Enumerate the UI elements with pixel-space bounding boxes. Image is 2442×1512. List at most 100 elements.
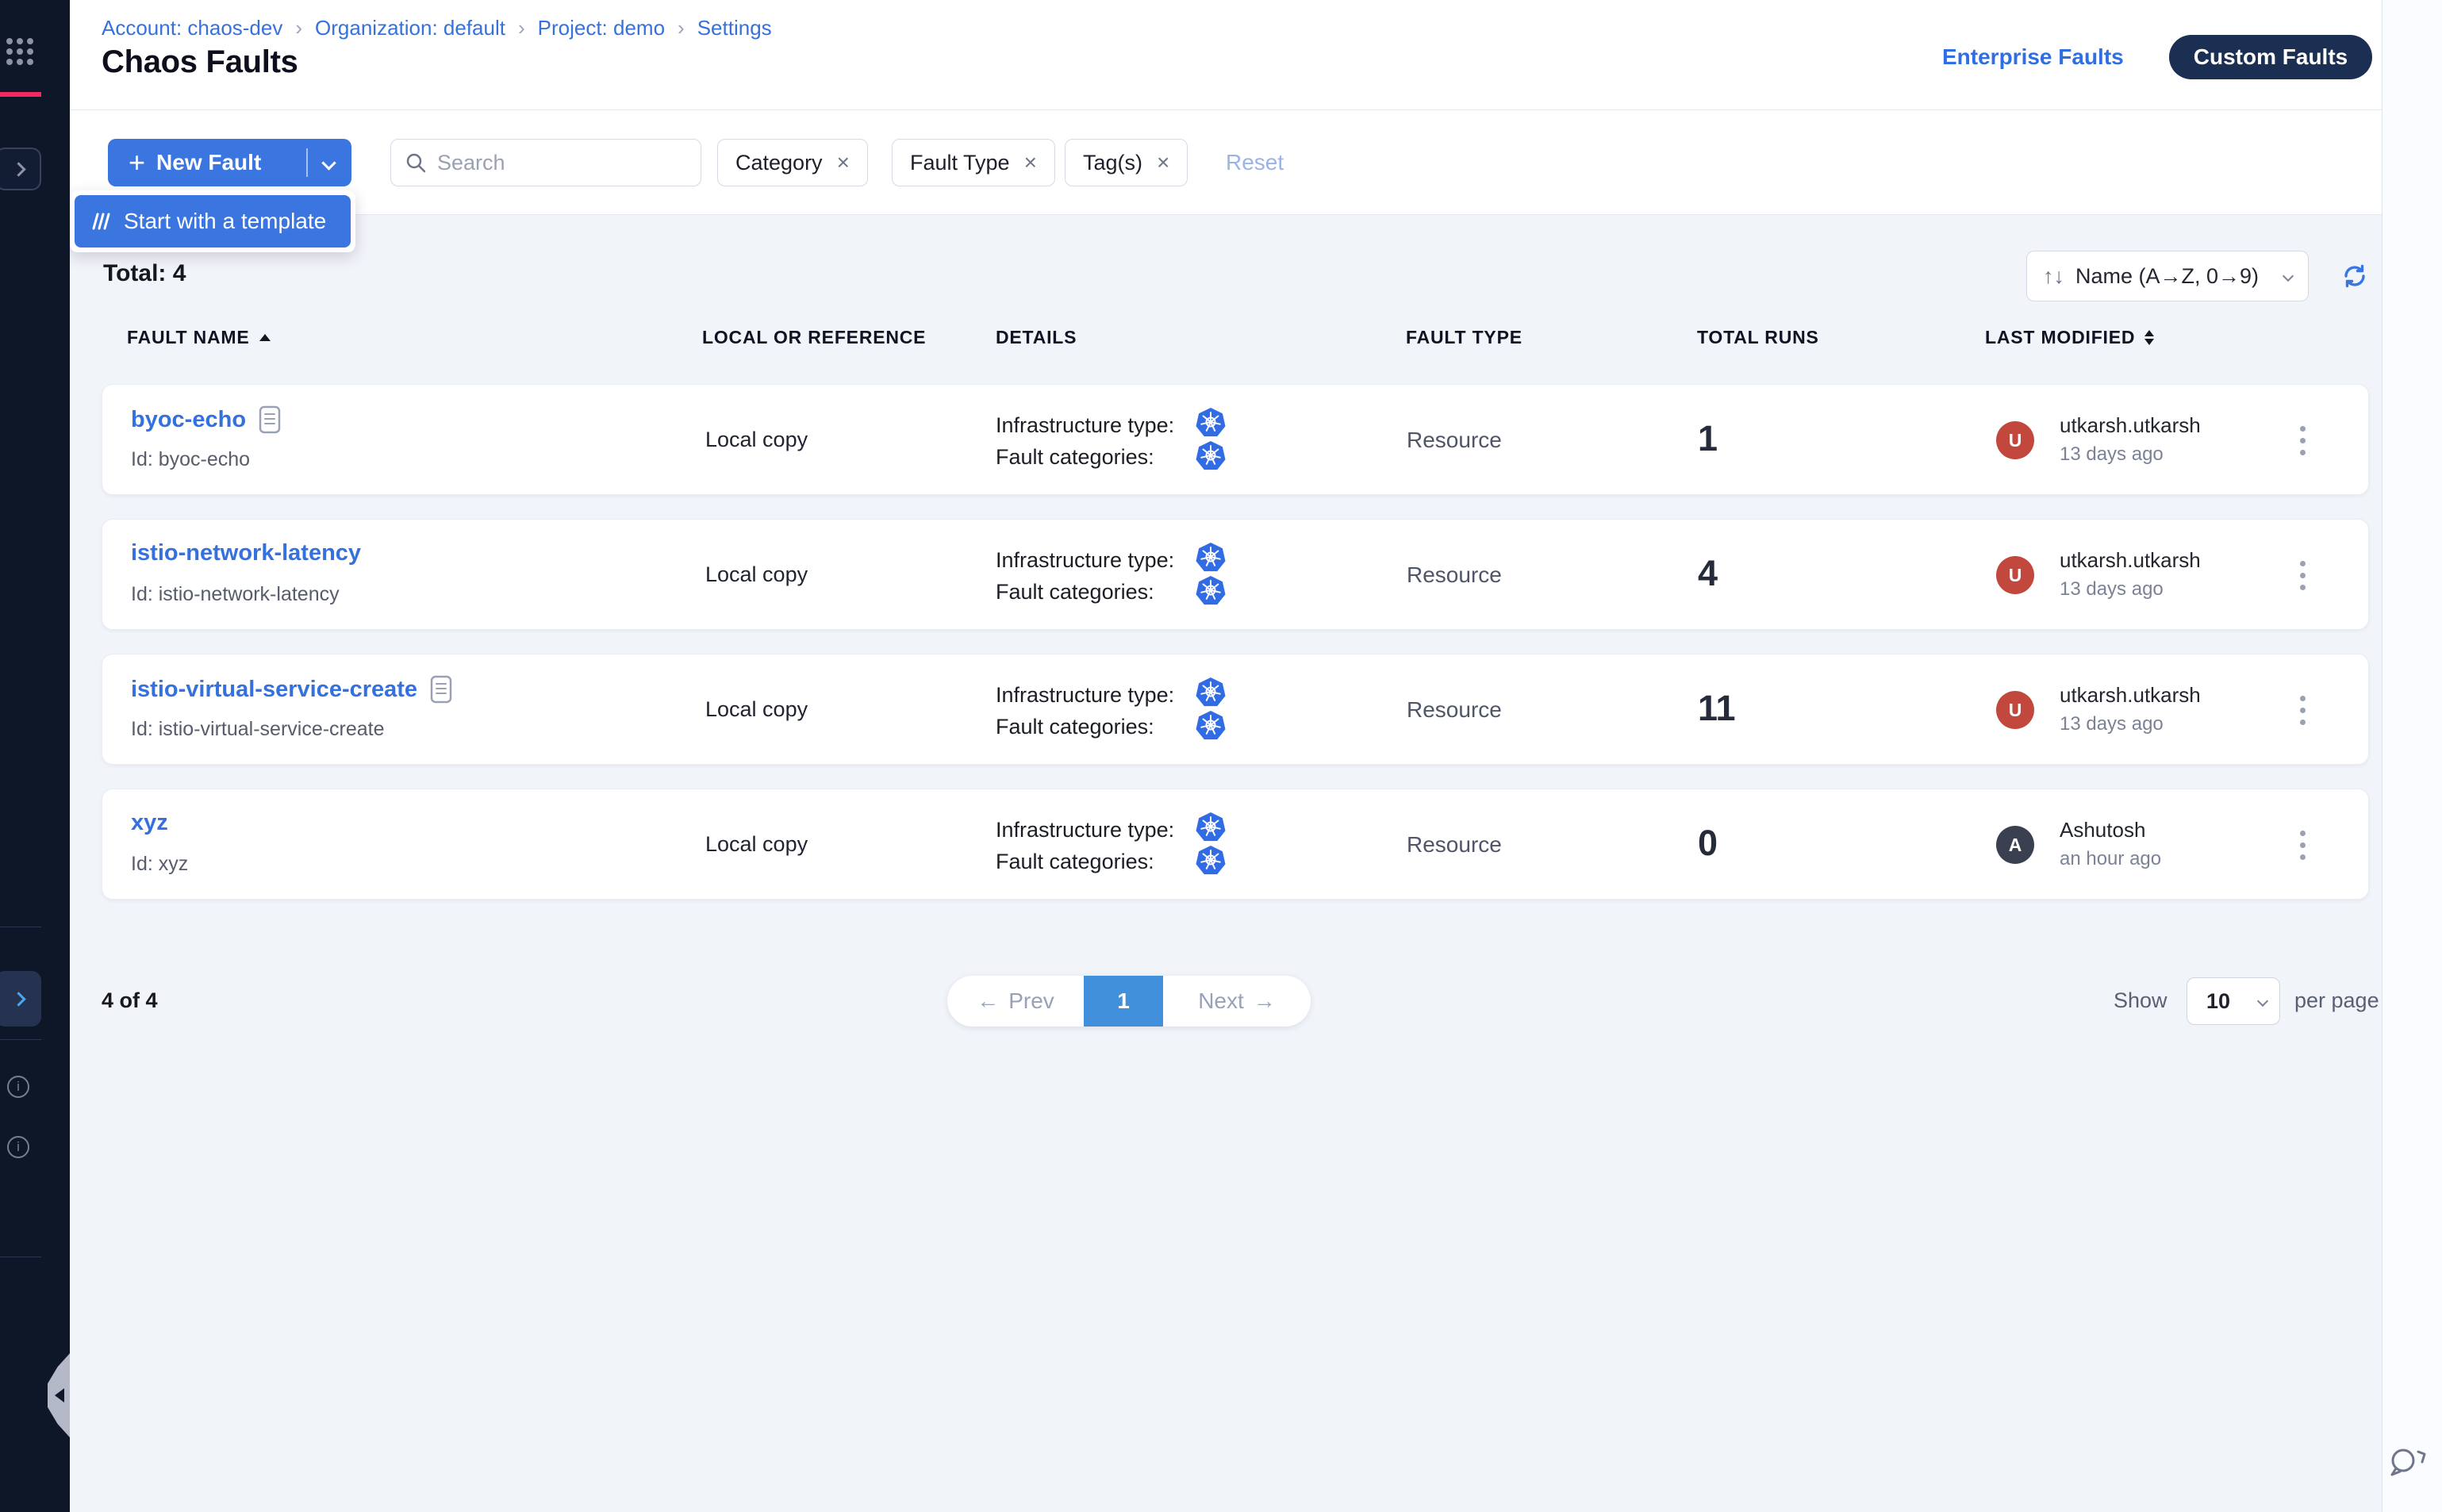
sort-both-icon	[2144, 330, 2154, 345]
close-icon[interactable]: ×	[1157, 150, 1169, 175]
template-icon	[89, 209, 113, 233]
app-sidebar: i i	[0, 0, 70, 1512]
fault-row: xyz Id: xyz Local copy Infrastructure ty…	[102, 789, 2369, 900]
total-runs-cell: 11	[1698, 688, 1736, 729]
column-header-local-or-reference: LOCAL OR REFERENCE	[702, 327, 926, 348]
sort-select[interactable]: ↑↓ Name (A→Z, 0→9)	[2026, 251, 2309, 301]
prev-label: Prev	[1008, 988, 1054, 1014]
row-menu-kebab-icon[interactable]	[2297, 693, 2309, 728]
reset-filters-button[interactable]: Reset	[1226, 139, 1284, 186]
page-size-select[interactable]: 10	[2187, 977, 2280, 1025]
manifest-doc-icon[interactable]	[259, 405, 281, 434]
breadcrumb: Account: chaos-dev › Organization: defau…	[102, 16, 772, 40]
manifest-doc-icon[interactable]	[430, 675, 452, 704]
breadcrumb-project-link[interactable]: Project: demo	[538, 16, 665, 40]
menu-item-start-with-template[interactable]: Start with a template	[75, 195, 351, 248]
column-header-last-modified[interactable]: LAST MODIFIED	[1985, 327, 2154, 348]
filter-chip-tags[interactable]: Tag(s) ×	[1065, 139, 1188, 186]
filter-chip-label: Category	[735, 151, 823, 175]
filter-chip-category[interactable]: Category ×	[717, 139, 868, 186]
close-icon[interactable]: ×	[1024, 150, 1037, 175]
search-box	[390, 139, 701, 186]
custom-faults-button[interactable]: Custom Faults	[2169, 35, 2372, 79]
kubernetes-icon	[1195, 542, 1227, 574]
kubernetes-icon	[1195, 407, 1227, 439]
column-header-fault-name[interactable]: FAULT NAME	[127, 327, 271, 348]
kubernetes-icon	[1195, 440, 1227, 472]
support-chat-icon[interactable]	[2386, 1444, 2429, 1491]
chevron-down-icon[interactable]	[321, 155, 336, 170]
row-menu-kebab-icon[interactable]	[2297, 558, 2309, 593]
column-header-total-runs: TOTAL RUNS	[1697, 327, 1819, 348]
kubernetes-icon	[1195, 812, 1227, 843]
chevron-down-icon	[2257, 996, 2268, 1007]
search-input[interactable]	[437, 151, 688, 175]
breadcrumb-separator: ›	[518, 16, 525, 40]
fault-type-cell: Resource	[1407, 832, 1502, 858]
row-menu-kebab-icon[interactable]	[2297, 827, 2309, 863]
fault-type-cell: Resource	[1407, 428, 1502, 453]
sidebar-collapse-handle[interactable]	[48, 1353, 70, 1437]
modified-time: an hour ago	[2060, 848, 2161, 870]
prev-page-button[interactable]: ← Prev	[947, 976, 1084, 1027]
column-label: FAULT NAME	[127, 327, 250, 348]
fault-name-link[interactable]: istio-network-latency	[131, 540, 361, 566]
modified-by-user: utkarsh.utkarsh	[2060, 413, 2201, 438]
fault-categories-label: Fault categories:	[996, 580, 1154, 604]
local-or-reference-cell: Local copy	[705, 697, 808, 722]
main-area: Account: chaos-dev › Organization: defau…	[70, 0, 2382, 1512]
avatar: A	[1996, 826, 2034, 864]
sidebar-expand-button[interactable]	[0, 148, 41, 190]
refresh-button[interactable]	[2340, 262, 2369, 290]
page-size-value: 10	[2206, 989, 2230, 1014]
new-fault-dropdown-menu: Start with a template	[70, 190, 355, 252]
breadcrumb-organization-link[interactable]: Organization: default	[315, 16, 505, 40]
search-icon	[404, 151, 428, 175]
total-runs-cell: 1	[1698, 418, 1718, 459]
column-label: LAST MODIFIED	[1985, 327, 2135, 348]
row-menu-kebab-icon[interactable]	[2297, 423, 2309, 459]
filter-chip-fault-type[interactable]: Fault Type ×	[892, 139, 1055, 186]
fault-type-cell: Resource	[1407, 697, 1502, 723]
close-icon[interactable]: ×	[837, 150, 850, 175]
infrastructure-type-label: Infrastructure type:	[996, 548, 1174, 573]
right-gutter	[2382, 0, 2442, 1512]
sidebar-expand-button-active[interactable]	[0, 971, 41, 1027]
fault-name-link[interactable]: istio-virtual-service-create	[131, 677, 417, 703]
total-count-label: Total: 4	[103, 260, 186, 287]
kubernetes-icon	[1195, 710, 1227, 742]
arrow-left-icon: ←	[977, 988, 999, 1014]
current-page-button[interactable]: 1	[1084, 976, 1163, 1027]
modified-time: 13 days ago	[2060, 443, 2164, 466]
fault-categories-label: Fault categories:	[996, 445, 1154, 470]
table-header-row: FAULT NAME LOCAL OR REFERENCE DETAILS FA…	[70, 327, 2382, 355]
next-page-button[interactable]: Next →	[1163, 976, 1311, 1027]
sort-ascending-icon	[259, 334, 271, 341]
arrow-right-icon: →	[1254, 988, 1276, 1014]
fault-name-link[interactable]: xyz	[131, 810, 168, 836]
new-fault-button[interactable]: + New Fault	[108, 139, 351, 186]
enterprise-faults-link[interactable]: Enterprise Faults	[1942, 44, 2124, 70]
plus-icon: +	[129, 148, 145, 177]
breadcrumb-settings-link[interactable]: Settings	[697, 16, 772, 40]
fault-row: istio-virtual-service-create Id: istio-v…	[102, 654, 2369, 765]
breadcrumb-account-link[interactable]: Account: chaos-dev	[102, 16, 282, 40]
modified-by-user: utkarsh.utkarsh	[2060, 683, 2201, 708]
fault-name-link[interactable]: byoc-echo	[131, 407, 246, 433]
fault-id: Id: byoc-echo	[131, 448, 250, 471]
info-icon[interactable]: i	[7, 1076, 29, 1098]
breadcrumb-separator: ›	[678, 16, 685, 40]
help-info-icon[interactable]: i	[7, 1136, 29, 1158]
infrastructure-type-label: Infrastructure type:	[996, 413, 1174, 438]
menu-item-label: Start with a template	[124, 209, 326, 234]
kubernetes-icon	[1195, 845, 1227, 877]
chevron-right-icon	[11, 162, 25, 176]
page-header: Account: chaos-dev › Organization: defau…	[70, 0, 2382, 110]
modified-by-user: utkarsh.utkarsh	[2060, 548, 2201, 573]
avatar: U	[1996, 556, 2034, 594]
pagination-range-label: 4 of 4	[102, 988, 158, 1013]
fault-categories-label: Fault categories:	[996, 715, 1154, 739]
fault-id: Id: istio-network-latency	[131, 583, 340, 606]
app-switcher-grid-icon[interactable]	[6, 38, 33, 65]
brand-accent-bar	[0, 92, 41, 97]
